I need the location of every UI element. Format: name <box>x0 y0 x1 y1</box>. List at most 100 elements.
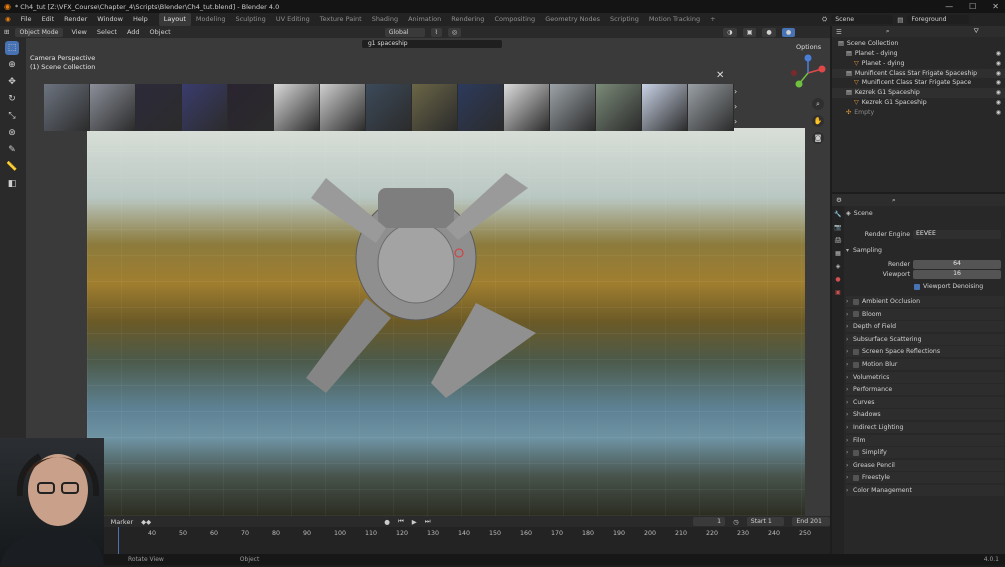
menu-render[interactable]: Render <box>59 13 92 26</box>
asset-thumbnail[interactable] <box>458 84 503 131</box>
overlays-toggle[interactable]: ◑ <box>723 27 737 37</box>
navigation-gizmo[interactable] <box>789 54 827 92</box>
outliner-row[interactable]: ▽ Kezrek G1 Spaceship ◉ <box>832 98 1005 108</box>
select-menu[interactable]: Select <box>95 26 119 39</box>
blender-menu-icon[interactable]: ◉ <box>0 13 16 26</box>
asset-thumbnail[interactable] <box>90 84 135 131</box>
tab-compositing[interactable]: Compositing <box>489 13 540 26</box>
asset-thumbnail[interactable] <box>596 84 641 131</box>
panel-enable-checkbox[interactable] <box>853 298 859 305</box>
kezrek-g1-spaceship[interactable] <box>266 128 566 428</box>
tool-tab-icon[interactable]: 🔧 <box>833 209 843 219</box>
tab-motion-tracking[interactable]: Motion Tracking <box>644 13 705 26</box>
subpanel-header[interactable]: › Shadows <box>846 409 1004 421</box>
add-workspace-button[interactable]: + <box>705 13 720 26</box>
outliner-type-icon[interactable]: ☰ <box>836 28 842 36</box>
render-tab-icon[interactable]: 📷 <box>833 222 843 232</box>
scale-tool[interactable]: ⤡ <box>5 109 19 123</box>
measure-tool[interactable]: 📏 <box>5 160 19 174</box>
viewport-denoising-row[interactable]: Viewport Denoising <box>846 281 1004 292</box>
zoom-icon[interactable]: ⌕ <box>812 98 824 110</box>
select-box-tool[interactable]: ⬚ <box>5 41 19 55</box>
view-layer-tab-icon[interactable]: ▦ <box>833 248 843 258</box>
add-cube-tool[interactable]: ◧ <box>5 177 19 191</box>
editor-type-icon[interactable]: ⊞ <box>4 28 9 36</box>
asset-thumbnail[interactable] <box>228 84 273 131</box>
outliner-row[interactable]: ✣ Empty ◉ <box>832 108 1005 118</box>
properties-search-icon[interactable]: ⌕ <box>892 196 896 205</box>
properties-type-icon[interactable]: ⚙ <box>836 196 842 204</box>
panel-enable-checkbox[interactable] <box>853 361 859 368</box>
viewlayer-selector[interactable]: Foreground <box>907 15 970 24</box>
visibility-eye-icon[interactable]: ◉ <box>996 69 1001 79</box>
xray-toggle[interactable]: ▣ <box>742 27 757 37</box>
menu-edit[interactable]: Edit <box>37 13 60 26</box>
filter-icon[interactable]: ⛛ <box>973 27 978 36</box>
shading-rendered[interactable]: ● <box>781 27 796 37</box>
tab-geometry-nodes[interactable]: Geometry Nodes <box>540 13 605 26</box>
subpanel-header[interactable]: › Motion Blur <box>846 359 1004 370</box>
subpanel-header[interactable]: › Ambient Occlusion <box>846 296 1004 307</box>
tab-modeling[interactable]: Modeling <box>191 13 231 26</box>
asset-thumbnail[interactable] <box>412 84 457 131</box>
tab-scripting[interactable]: Scripting <box>605 13 644 26</box>
transform-orientation-selector[interactable]: Global <box>384 27 425 37</box>
subpanel-header[interactable]: › Bloom <box>846 308 1004 320</box>
sampling-panel-header[interactable]: ▾ Sampling <box>846 245 1004 256</box>
outliner-row[interactable]: ▽ Munificent Class Star Frigate Space ◉ <box>832 78 1005 88</box>
properties-panel[interactable]: ⚙ ⌕ 🔧 📷 🖨 ▦ ◈ ● ▣ ◈ Scene Render Engine … <box>832 194 1005 554</box>
asset-thumbnail[interactable] <box>182 84 227 131</box>
panel-enable-checkbox[interactable] <box>853 449 859 456</box>
tab-sculpting[interactable]: Sculpting <box>230 13 270 26</box>
asset-thumbnail[interactable] <box>642 84 687 131</box>
tab-animation[interactable]: Animation <box>403 13 446 26</box>
subpanel-header[interactable]: › Performance <box>846 384 1004 396</box>
close-asset-strip-button[interactable]: ✕ <box>716 70 724 81</box>
shading-solid[interactable]: ● <box>762 27 776 37</box>
asset-strip-expand-icon[interactable]: › › › <box>734 84 746 131</box>
visibility-eye-icon[interactable]: ◉ <box>996 108 1001 118</box>
menu-window[interactable]: Window <box>92 13 128 26</box>
subpanel-header[interactable]: › Film <box>846 434 1004 446</box>
tab-layout[interactable]: Layout <box>158 13 191 26</box>
asset-thumbnail[interactable] <box>550 84 595 131</box>
move-tool[interactable]: ✥ <box>5 75 19 89</box>
asset-thumbnail[interactable] <box>274 84 319 131</box>
subpanel-header[interactable]: › Simplify <box>846 447 1004 459</box>
tab-uv-editing[interactable]: UV Editing <box>271 13 315 26</box>
close-window-button[interactable]: ✕ <box>992 0 999 13</box>
visibility-eye-icon[interactable]: ◉ <box>996 59 1001 69</box>
view-menu[interactable]: View <box>69 26 88 39</box>
cursor-tool[interactable]: ⊕ <box>5 58 19 72</box>
outliner-row[interactable]: ▤ Kezrek G1 Spaceship ◉ <box>832 88 1005 98</box>
outliner-search-icon[interactable]: ⌕ <box>886 27 890 36</box>
scene-tab-icon[interactable]: ◈ <box>833 261 843 271</box>
menu-help[interactable]: Help <box>128 13 153 26</box>
subpanel-header[interactable]: › Indirect Lighting <box>846 422 1004 433</box>
timeline-editor[interactable]: Marker ◆◆ ● ⏮ ▶ ⏭ 1 ◷ Start 1 End 201 40… <box>0 516 830 554</box>
asset-thumbnail[interactable] <box>366 84 411 131</box>
panel-enable-checkbox[interactable] <box>853 348 859 355</box>
tab-texture-paint[interactable]: Texture Paint <box>315 13 367 26</box>
visibility-eye-icon[interactable]: ◉ <box>996 78 1001 88</box>
outliner-row[interactable]: ▤ Planet - dying ◉ <box>832 49 1005 59</box>
outliner-panel[interactable]: ☰ ⌕ ⛛ ▤ Scene Collection ▤ Planet - dying… <box>832 26 1005 192</box>
add-menu[interactable]: Add <box>125 26 142 39</box>
menu-file[interactable]: File <box>16 13 37 26</box>
asset-thumbnail[interactable] <box>320 84 365 131</box>
tab-shading[interactable]: Shading <box>367 13 403 26</box>
subpanel-header[interactable]: › Color Management <box>846 485 1004 496</box>
transform-tool[interactable]: ⊛ <box>5 126 19 140</box>
snap-toggle[interactable]: ⌇ <box>430 27 442 37</box>
playhead[interactable] <box>118 527 119 554</box>
asset-thumbnail[interactable] <box>504 84 549 131</box>
subpanel-header[interactable]: › Screen Space Reflections <box>846 346 1004 358</box>
subpanel-header[interactable]: › Depth of Field <box>846 321 1004 333</box>
render-samples-field[interactable]: 64 <box>913 260 1001 269</box>
3d-viewport[interactable]: Camera Perspective (1) Scene Collection … <box>26 38 830 516</box>
rotate-tool[interactable]: ↻ <box>5 92 19 106</box>
minimize-button[interactable]: — <box>945 0 953 13</box>
viewport-denoising-checkbox[interactable] <box>914 283 920 290</box>
panel-enable-checkbox[interactable] <box>853 474 859 481</box>
subpanel-header[interactable]: › Subsurface Scattering <box>846 333 1004 345</box>
